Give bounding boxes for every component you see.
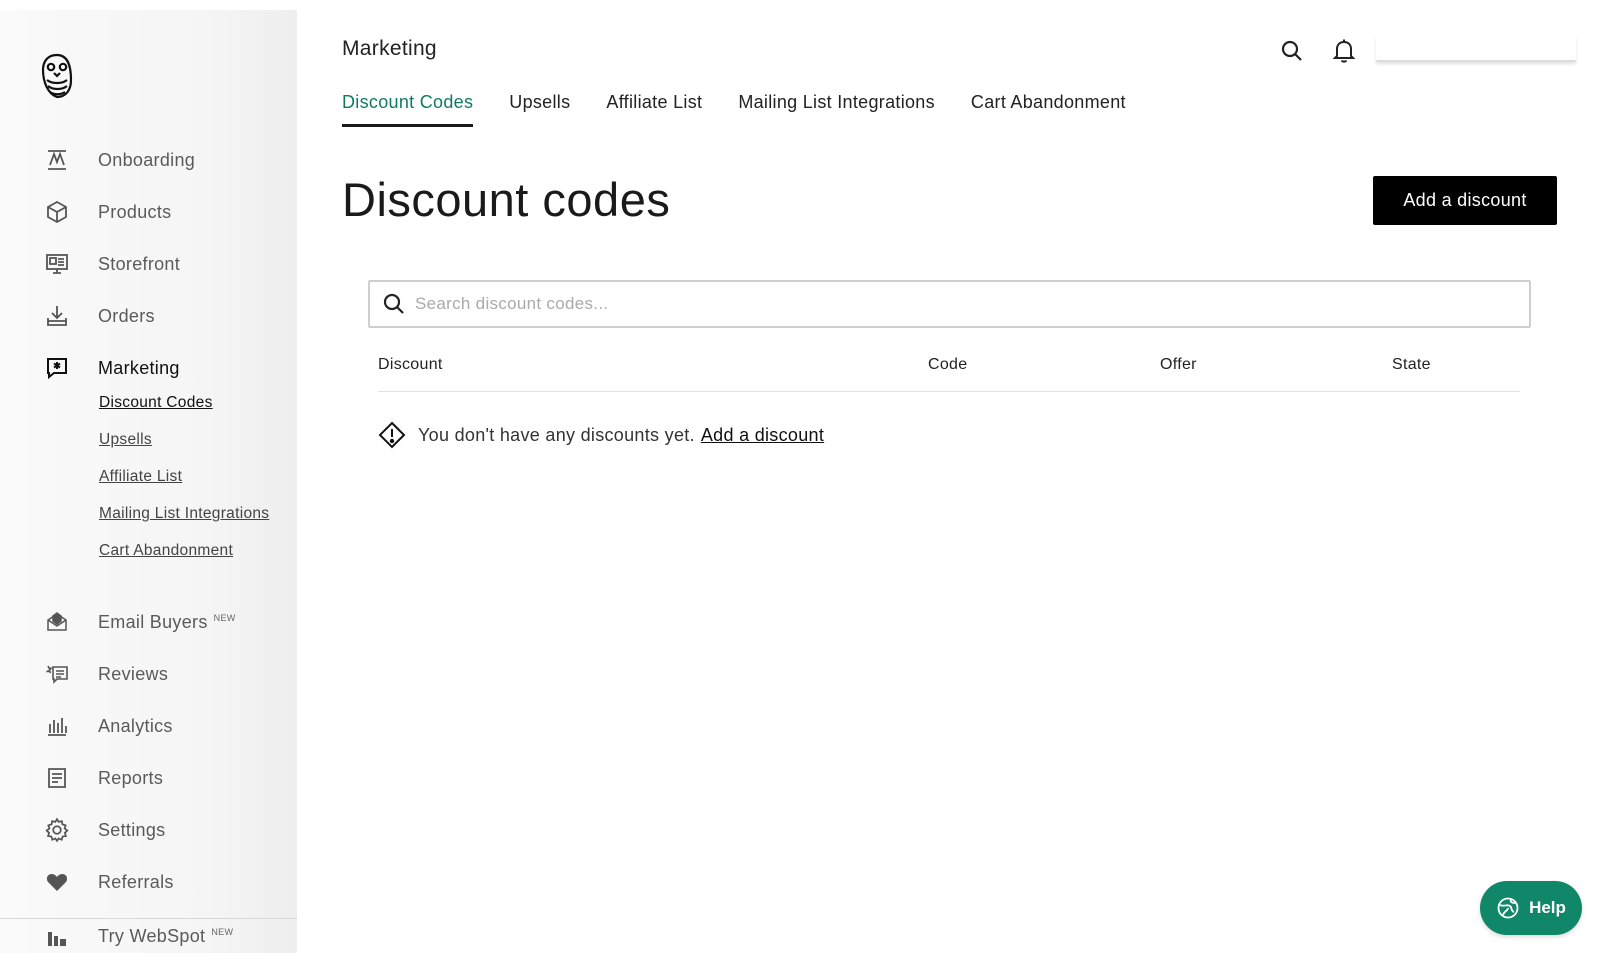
sidebar-item-label: Products	[98, 201, 172, 222]
sidebar-item-label: Storefront	[98, 253, 181, 274]
main-content: Marketing Discount Codes Upsells Affilia…	[297, 0, 1600, 953]
add-discount-link[interactable]: Add a discount	[701, 425, 824, 446]
gear-icon	[43, 816, 71, 844]
column-header-state[interactable]: State	[1392, 356, 1431, 374]
discount-search	[368, 280, 1531, 328]
sidebar-item-label: Marketing	[98, 357, 180, 378]
speech-star-icon	[43, 354, 71, 382]
sidebar-item-reviews[interactable]: Reviews	[0, 654, 297, 694]
help-label: Help	[1529, 898, 1566, 917]
sidebar-item-label: Orders	[98, 305, 155, 326]
tab-mailing-list-integrations[interactable]: Mailing List Integrations	[738, 92, 935, 127]
heart-icon	[43, 868, 71, 896]
sidebar-item-email-buyers[interactable]: Email Buyers NEW	[0, 602, 297, 642]
table-header: Discount Code Offer State	[378, 356, 1520, 392]
onboarding-icon	[43, 146, 71, 174]
sidebar-item-label: Analytics	[98, 715, 173, 736]
page-section-title: Marketing	[342, 37, 437, 60]
sidebar-item-analytics[interactable]: Analytics	[0, 706, 297, 746]
account-menu[interactable]	[1376, 36, 1576, 62]
tab-affiliate-list[interactable]: Affiliate List	[606, 92, 702, 127]
owl-logo-icon[interactable]	[40, 52, 74, 100]
add-discount-button[interactable]: Add a discount	[1373, 176, 1557, 225]
search-input[interactable]	[415, 294, 1495, 314]
subnav-upsells[interactable]: Upsells	[99, 431, 152, 449]
report-icon	[43, 764, 71, 792]
warning-diamond-icon	[378, 421, 406, 449]
sidebar-item-reports[interactable]: Reports	[0, 758, 297, 798]
new-badge: NEW	[213, 612, 236, 623]
envelope-icon	[43, 608, 71, 636]
page-title: Discount codes	[342, 173, 671, 226]
sidebar-item-orders[interactable]: Orders	[0, 296, 297, 336]
sidebar-item-label: Onboarding	[98, 149, 196, 170]
subnav-affiliate-list[interactable]: Affiliate List	[99, 468, 182, 486]
tab-upsells[interactable]: Upsells	[509, 92, 570, 127]
marketing-tabs: Discount Codes Upsells Affiliate List Ma…	[342, 92, 1162, 127]
sidebar-item-onboarding[interactable]: Onboarding	[0, 140, 297, 180]
column-header-discount[interactable]: Discount	[378, 356, 443, 374]
sidebar-item-label: Settings	[98, 819, 166, 840]
subnav-discount-codes[interactable]: Discount Codes	[99, 394, 213, 412]
sidebar-item-try-webspot[interactable]: Try WebSpot NEW	[0, 916, 297, 953]
bell-icon[interactable]	[1329, 36, 1359, 66]
download-tray-icon	[43, 302, 71, 330]
search-icon	[381, 291, 407, 317]
sidebar-item-label: Try WebSpot	[98, 925, 206, 946]
sidebar-item-settings[interactable]: Settings	[0, 810, 297, 850]
empty-state: You don't have any discounts yet. Add a …	[378, 421, 824, 449]
search-icon[interactable]	[1277, 36, 1307, 66]
sidebar-item-marketing[interactable]: Marketing	[0, 348, 297, 388]
sidebar-item-label: Referrals	[98, 871, 174, 892]
tab-discount-codes[interactable]: Discount Codes	[342, 92, 474, 127]
empty-state-text: You don't have any discounts yet.	[418, 424, 695, 445]
box-icon	[43, 198, 71, 226]
sidebar: Onboarding Products Storefront Orders Ma…	[0, 10, 297, 953]
bar-chart-icon	[43, 712, 71, 740]
sidebar-item-label: Reports	[98, 767, 164, 788]
column-header-code[interactable]: Code	[928, 356, 967, 374]
new-badge: NEW	[211, 926, 234, 937]
tab-cart-abandonment[interactable]: Cart Abandonment	[971, 92, 1126, 127]
sidebar-item-referrals[interactable]: Referrals	[0, 862, 297, 902]
sidebar-item-label: Email Buyers	[98, 611, 208, 632]
sidebar-item-storefront[interactable]: Storefront	[0, 244, 297, 284]
webspot-icon	[43, 922, 71, 950]
globe-icon	[1496, 896, 1520, 920]
subnav-cart-abandonment[interactable]: Cart Abandonment	[99, 542, 233, 560]
reviews-icon	[43, 660, 71, 688]
storefront-icon	[43, 250, 71, 278]
column-header-offer[interactable]: Offer	[1160, 356, 1197, 374]
sidebar-item-products[interactable]: Products	[0, 192, 297, 232]
help-button[interactable]: Help	[1480, 881, 1582, 935]
sidebar-item-label: Reviews	[98, 663, 169, 684]
subnav-mailing-list-integrations[interactable]: Mailing List Integrations	[99, 505, 269, 523]
